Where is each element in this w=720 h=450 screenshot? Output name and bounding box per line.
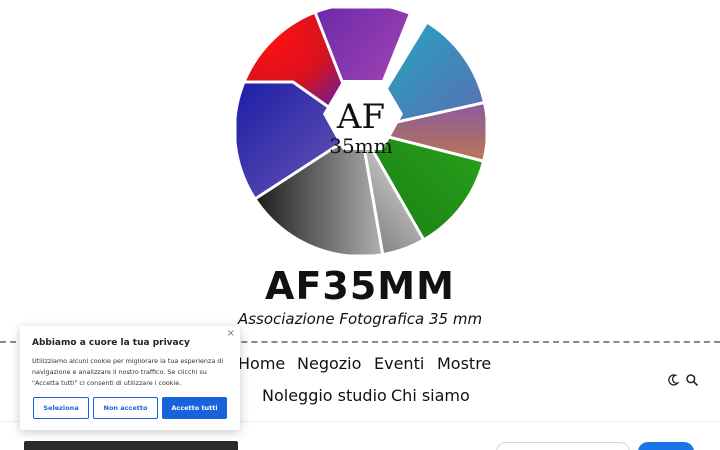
- cookie-close-icon[interactable]: ×: [227, 328, 235, 339]
- cookie-description: Utilizziamo alcuni cookie per migliorare…: [32, 357, 224, 387]
- cookie-accept-button[interactable]: Accetto tutti: [162, 397, 227, 419]
- sidebar-search-button[interactable]: [638, 442, 694, 450]
- featured-image[interactable]: [24, 441, 238, 450]
- nav-item-home[interactable]: Home: [238, 354, 285, 373]
- moon-icon[interactable]: [666, 373, 680, 387]
- nav-item-noleggio-studio[interactable]: Noleggio studio: [262, 386, 387, 405]
- search-icon[interactable]: [685, 373, 699, 387]
- site-title[interactable]: AF35MM: [0, 264, 720, 308]
- cookie-buttons: Seleziona Non accetto Accetto tutti: [33, 397, 229, 419]
- cookie-banner: × Abbiamo a cuore la tua privacy Utilizz…: [20, 326, 240, 430]
- nav-item-chi-siamo[interactable]: Chi siamo: [391, 386, 470, 405]
- nav-item-eventi[interactable]: Eventi: [374, 354, 424, 373]
- logo-text-af: AF: [336, 97, 385, 137]
- aperture-logo[interactable]: AF 35mm: [233, 2, 489, 258]
- sidebar-search-input[interactable]: [496, 442, 630, 450]
- logo-text-35mm: 35mm: [329, 134, 392, 158]
- nav-item-mostre[interactable]: Mostre: [437, 354, 491, 373]
- cookie-select-button[interactable]: Seleziona: [33, 397, 89, 419]
- cookie-title: Abbiamo a cuore la tua privacy: [32, 338, 190, 348]
- site-logo-area: AF 35mm AF35MM Associazione Fotografica …: [0, 0, 720, 340]
- nav-item-negozio[interactable]: Negozio: [297, 354, 361, 373]
- cookie-reject-button[interactable]: Non accetto: [93, 397, 158, 419]
